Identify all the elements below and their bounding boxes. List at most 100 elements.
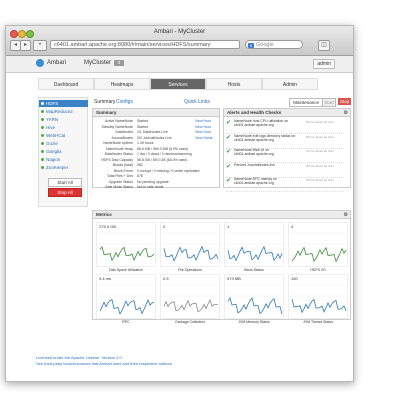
status-dot-icon xyxy=(41,118,44,122)
stop-all-button[interactable]: Stop All xyxy=(48,188,82,197)
summary-key: Standby NameNode xyxy=(101,124,133,129)
alert-item: ✔ NameNode edit logs directory status on … xyxy=(226,134,344,149)
metric-widget[interactable]: 275.5 GB Disk Space Utilization xyxy=(96,222,156,272)
third-party-link[interactable]: See third-party tools/resources that Amb… xyxy=(36,361,172,366)
summary-row: DataNodes 1/1 DataNodes Live View Host xyxy=(93,130,213,135)
metric-sparkline: 973 MB xyxy=(224,274,284,319)
ops-badge[interactable]: 0 ops xyxy=(114,60,124,71)
summary-value: 678 xyxy=(137,174,143,178)
summary-row: Safe Mode Status Not in safe mode xyxy=(93,185,213,190)
tab-heatmaps[interactable]: Heatmaps xyxy=(94,78,150,90)
sidebar-item-zookeeper[interactable]: ZooKeeper xyxy=(41,164,68,171)
tab-services[interactable]: Services xyxy=(150,78,206,90)
metrics-title: Metrics ⚙ xyxy=(93,211,350,219)
sidebar-item-nagios[interactable]: Nagios xyxy=(41,156,60,163)
metric-sparkline: 275.5 GB xyxy=(96,222,156,267)
search-field[interactable]: 8 Google xyxy=(245,40,303,49)
brand-name[interactable]: Ambari xyxy=(47,60,66,66)
metric-max-label: 0.5 xyxy=(163,276,169,281)
ambari-page: Ambari MyCluster 0 ops admin Dashboard H… xyxy=(6,56,353,381)
license-link[interactable]: Licensed under the Apache License, Versi… xyxy=(36,355,123,360)
view-host-link[interactable]: View Hosts xyxy=(195,136,212,141)
summary-value: Not in safe mode xyxy=(137,185,164,189)
metric-sparkline: 9.4 ms xyxy=(96,274,156,319)
metric-widget[interactable]: 0.5 Garbage Collection xyxy=(160,274,220,324)
summary-key: Blocks (total) xyxy=(112,163,133,167)
metric-sparkline: 150 xyxy=(288,274,348,319)
metric-widget[interactable]: 150 JVM Thread Status xyxy=(288,274,348,324)
address-bar[interactable]: c6401.ambari.apache.org:8080/#/main/serv… xyxy=(50,40,240,49)
metric-widget[interactable]: 1 Block Status xyxy=(224,222,284,272)
check-icon: ✔ xyxy=(226,149,232,155)
forward-icon[interactable]: ▸ xyxy=(20,40,31,51)
alert-item: ✔ Percent JournalNodes live OK for about a… xyxy=(226,163,344,178)
sidebar-item-yarn[interactable]: YARN xyxy=(41,116,58,123)
metric-sparkline: 1 xyxy=(224,222,284,267)
status-dot-icon xyxy=(41,150,44,154)
sidebar-item-webhcat[interactable]: WebHCat xyxy=(41,132,65,139)
view-host-link[interactable]: View Host xyxy=(195,130,211,135)
summary-row: Upgrade Status No pending upgrade xyxy=(93,180,213,185)
metric-label: File Operations xyxy=(178,268,202,272)
tab-admin[interactable]: Admin xyxy=(262,78,318,90)
gear-icon[interactable]: ⚙ xyxy=(344,212,348,219)
status-dot-icon xyxy=(41,158,44,162)
status-dot-icon xyxy=(41,166,44,170)
tab-configs[interactable]: Configs xyxy=(116,99,133,105)
summary-key: DataNodes Status xyxy=(104,152,133,156)
tab-dashboard[interactable]: Dashboard xyxy=(38,78,94,90)
metric-label: Garbage Collection xyxy=(175,320,205,324)
metric-widget[interactable]: 2 File Operations xyxy=(160,222,220,272)
tab-hosts[interactable]: Hosts xyxy=(206,78,262,90)
tab-summary[interactable]: Summary xyxy=(94,99,115,105)
summary-value: 3/3 JournalNodes Live xyxy=(137,135,172,140)
stop-button[interactable]: Stop xyxy=(338,98,351,105)
maintenance-button[interactable]: Maintenance xyxy=(289,98,323,107)
summary-key: DataNodes xyxy=(115,130,133,134)
alert-text: NameNode host CPU utilization on c6401.a… xyxy=(234,119,289,127)
title-bar: Ambari - MyCluster ◂ ▸ + c6401.ambari.ap… xyxy=(6,26,353,56)
summary-key: Block Errors xyxy=(113,168,133,173)
gear-icon[interactable]: ⚙ xyxy=(344,110,348,117)
sidebar-item-hive[interactable]: Hive xyxy=(41,124,55,131)
chart-frame xyxy=(288,274,348,319)
view-host-link[interactable]: View Host xyxy=(195,119,211,124)
summary-key: Total Files + Dirs xyxy=(107,174,133,178)
admin-dropdown[interactable]: admin xyxy=(313,59,335,69)
metric-label: Disk Space Utilization xyxy=(109,268,143,272)
summary-key: HDFS Disk Capacity xyxy=(101,157,133,162)
sidebar-item-mapreduce2[interactable]: MapReduce2 xyxy=(41,108,73,115)
start-button[interactable]: Start xyxy=(322,98,336,107)
summary-value: 1 live / 0 dead / 0 decommissioning xyxy=(137,152,192,156)
summary-row: HDFS Disk Capacity 56.8 GB / 89.0 GB (63.… xyxy=(93,158,213,163)
check-icon: ✔ xyxy=(226,163,232,170)
metric-widget[interactable]: 973 MB JVM Memory Status xyxy=(224,274,284,324)
summary-value: Started xyxy=(137,119,149,123)
quick-links-dropdown[interactable]: Quick Links xyxy=(184,99,210,105)
alert-status: OK for about an hour xyxy=(306,163,335,168)
metric-max-label: 150 xyxy=(291,276,298,281)
sidebar-item-ganglia[interactable]: Ganglia xyxy=(41,148,62,155)
start-all-button[interactable]: Start All xyxy=(48,178,82,187)
alert-status: OK for about an hour xyxy=(306,149,335,153)
sidebar-item-oozie[interactable]: Oozie xyxy=(41,140,58,147)
alert-text: NameNode Web UI on c6401.ambari.apache.o… xyxy=(234,148,274,156)
share-icon[interactable]: + xyxy=(33,40,47,51)
view-host-link[interactable]: View Host xyxy=(195,125,211,130)
summary-row: DataNodes Status 1 live / 0 dead / 0 deco… xyxy=(93,152,213,157)
reader-icon[interactable]: ◫ xyxy=(318,40,330,51)
metric-widget[interactable]: 9.4 ms RPC xyxy=(96,274,156,324)
sidebar-item-hdfs[interactable]: HDFS xyxy=(39,100,88,107)
summary-value: 66.6 MB / 960.0 MB (6.9% used) xyxy=(137,146,188,151)
summary-value: 1/1 DataNodes Live xyxy=(137,130,168,134)
status-dot-icon xyxy=(41,126,44,130)
chart-frame xyxy=(96,274,156,319)
status-dot-icon xyxy=(41,102,44,106)
summary-value: 1.49 hours xyxy=(137,141,154,145)
services-sidebar: HDFS MapReduce2 YARN Hive WebHCat Oozie … xyxy=(38,97,88,207)
metric-widget[interactable]: 4 HDFS I/O xyxy=(288,222,348,272)
chart-frame xyxy=(288,222,348,267)
summary-key: JournalNodes xyxy=(111,135,133,140)
metric-sparkline: 0.5 xyxy=(160,274,220,319)
check-icon: ✔ xyxy=(226,120,232,126)
